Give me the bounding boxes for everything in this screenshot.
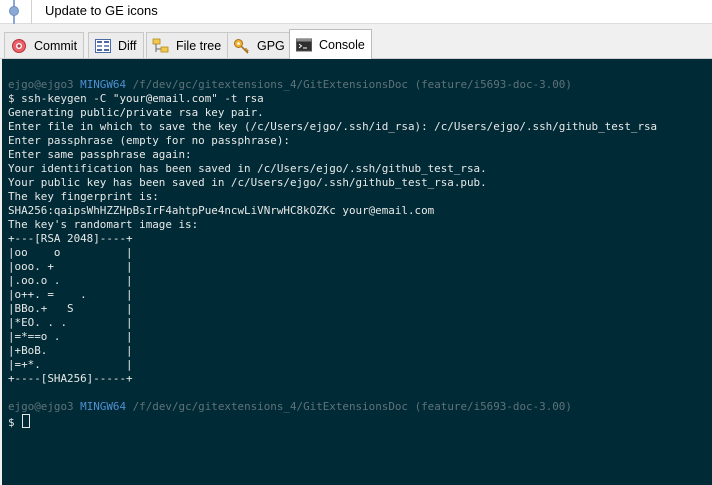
console-output-line: Your identification has been saved in /c… (8, 162, 487, 175)
console-output-line: The key's randomart image is: (8, 218, 199, 231)
tab-commit[interactable]: Commit (4, 32, 85, 58)
randomart-line: |.oo.o . | (8, 274, 133, 287)
randomart-line: +----[SHA256]-----+ (8, 372, 133, 385)
prompt-host: ejgo@ejgo3 (8, 400, 74, 413)
prompt-line: ejgo@ejgo3 MINGW64 /f/dev/gc/gitextensio… (8, 400, 572, 414)
randomart-line: |BBo.+ S | (8, 302, 133, 315)
randomart-line: |*EO. . . | (8, 316, 133, 329)
prompt-env: MINGW64 (80, 78, 127, 91)
tab-file-tree-label: File tree (176, 38, 222, 53)
commit-message: Update to GE icons (45, 3, 158, 18)
input-prompt-symbol: $ (8, 416, 15, 429)
tab-diff-label: Diff (118, 38, 137, 53)
randomart-line: +---[RSA 2048]----+ (8, 232, 133, 245)
tab-commit-label: Commit (34, 38, 78, 53)
randomart-line: |ooo. + | (8, 260, 133, 273)
prompt-branch: (feature/i5693-doc-3.00) (414, 78, 572, 91)
console-output-line: $ ssh-keygen -C "your@email.com" -t rsa (8, 92, 264, 105)
revision-graph-node (9, 6, 19, 16)
diff-icon (94, 38, 112, 54)
randomart-line: |oo o | (8, 246, 133, 259)
tab-gpg[interactable]: GPG (227, 32, 292, 58)
console-output-line: Enter same passphrase again: (8, 148, 192, 161)
file-tree-icon (152, 38, 170, 54)
randomart-line: |o++. = . | (8, 288, 133, 301)
commit-icon (10, 38, 28, 54)
randomart-line: |=+*. | (8, 358, 133, 371)
tab-diff[interactable]: Diff (88, 32, 144, 58)
details-tab-bar: Commit Diff File tree GPG Console (0, 24, 712, 59)
tab-console-label: Console (319, 37, 365, 52)
prompt-env: MINGW64 (80, 400, 127, 413)
console-output-line: Your public key has been saved in /c/Use… (8, 176, 487, 189)
tab-console[interactable]: Console (289, 29, 372, 59)
console-output-line: Enter passphrase (empty for no passphras… (8, 134, 290, 147)
console-icon (295, 37, 313, 53)
console-output-line: The key fingerprint is: (8, 190, 159, 203)
text-cursor (22, 414, 31, 428)
command-input-line[interactable]: $ (8, 414, 31, 430)
prompt-host: ejgo@ejgo3 (8, 78, 74, 91)
prompt-branch: (feature/i5693-doc-3.00) (414, 400, 572, 413)
tab-gpg-label: GPG (257, 38, 285, 53)
column-divider (31, 0, 32, 24)
randomart-line: |=*==o . | (8, 330, 133, 343)
console-output-line: Enter file in which to save the key (/c/… (8, 120, 658, 133)
commit-row[interactable]: Update to GE icons (0, 0, 712, 24)
prompt-path: /f/dev/gc/gitextensions_4/GitExtensionsD… (132, 400, 408, 413)
prompt-path: /f/dev/gc/gitextensions_4/GitExtensionsD… (132, 78, 408, 91)
console-output-line: Generating public/private rsa key pair. (8, 106, 264, 119)
prompt-line: ejgo@ejgo3 MINGW64 /f/dev/gc/gitextensio… (8, 78, 572, 92)
key-icon (233, 38, 251, 54)
tab-file-tree[interactable]: File tree (146, 32, 229, 58)
console-output-line: SHA256:qaipsWhHZZHpBsIrF4ahtpPue4ncwLiVN… (8, 204, 435, 217)
terminal-console[interactable]: ejgo@ejgo3 MINGW64 /f/dev/gc/gitextensio… (2, 59, 712, 485)
randomart-line: |+BoB. | (8, 344, 133, 357)
